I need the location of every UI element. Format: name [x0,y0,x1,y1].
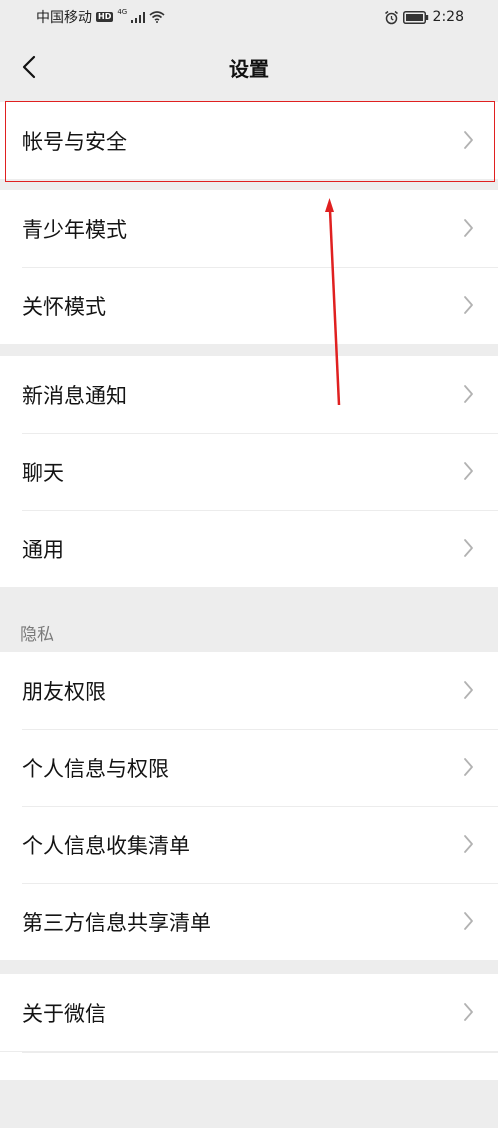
settings-item-info-collection-list[interactable]: 个人信息收集清单 [0,806,498,883]
settings-item-label: 第三方信息共享清单 [22,910,211,935]
status-bar-right: 2:28 [384,9,464,25]
status-bar-left: 中国移动 HD 4G [36,7,165,27]
network-type-label: 4G [117,8,128,16]
settings-item-label: 通用 [22,537,64,562]
signal-icon [131,11,146,23]
chevron-right-icon [464,1003,473,1021]
group-privacy: 朋友权限 个人信息与权限 个人信息收集清单 第三方信息共享清单 [0,652,498,960]
chevron-left-icon [22,55,36,79]
group-modes: 青少年模式 关怀模式 [0,190,498,344]
chevron-right-icon [464,758,473,776]
settings-item-label: 关怀模式 [22,294,106,319]
settings-item-general[interactable]: 通用 [0,510,498,587]
clock-time: 2:28 [432,9,464,25]
chevron-right-icon [464,131,473,149]
wifi-icon [149,11,165,23]
chevron-right-icon [464,835,473,853]
settings-item-label: 个人信息与权限 [22,756,169,781]
carrier-label: 中国移动 [36,10,92,26]
settings-item-label: 关于微信 [22,1001,106,1026]
settings-item-personal-info-permissions[interactable]: 个人信息与权限 [0,729,498,806]
settings-item-label: 聊天 [22,460,64,485]
settings-item-friend-permissions[interactable]: 朋友权限 [0,652,498,729]
page-title: 设置 [229,56,269,81]
group-about: 关于微信 [0,974,498,1080]
settings-item-label: 帐号与安全 [22,129,127,154]
settings-item-account-security[interactable]: 帐号与安全 [0,102,498,179]
settings-item-label: 新消息通知 [22,383,127,408]
battery-icon [402,10,428,24]
settings-item-label: 朋友权限 [22,679,106,704]
settings-item-partial[interactable] [0,1051,498,1128]
back-button[interactable] [14,50,44,84]
status-bar: 中国移动 HD 4G 2:28 [0,0,498,34]
chevron-right-icon [464,462,473,480]
nav-header: 设置 [0,34,498,100]
hd-badge: HD [96,12,114,22]
group-account: 帐号与安全 [0,102,498,179]
chevron-right-icon [464,539,473,557]
chevron-right-icon [464,385,473,403]
chevron-right-icon [464,912,473,930]
settings-item-third-party-sharing-list[interactable]: 第三方信息共享清单 [0,883,498,960]
settings-item-chat[interactable]: 聊天 [0,433,498,510]
settings-item-about-wechat[interactable]: 关于微信 [0,974,498,1051]
chevron-right-icon [464,219,473,237]
group-general: 新消息通知 聊天 通用 [0,356,498,587]
chevron-right-icon [464,681,473,699]
chevron-right-icon [464,296,473,314]
settings-item-notifications[interactable]: 新消息通知 [0,356,498,433]
settings-item-care-mode[interactable]: 关怀模式 [0,267,498,344]
settings-item-label: 个人信息收集清单 [22,833,190,858]
alarm-icon [384,10,398,24]
section-title-privacy: 隐私 [20,625,54,645]
settings-item-youth-mode[interactable]: 青少年模式 [0,190,498,267]
settings-item-label: 青少年模式 [22,217,127,242]
